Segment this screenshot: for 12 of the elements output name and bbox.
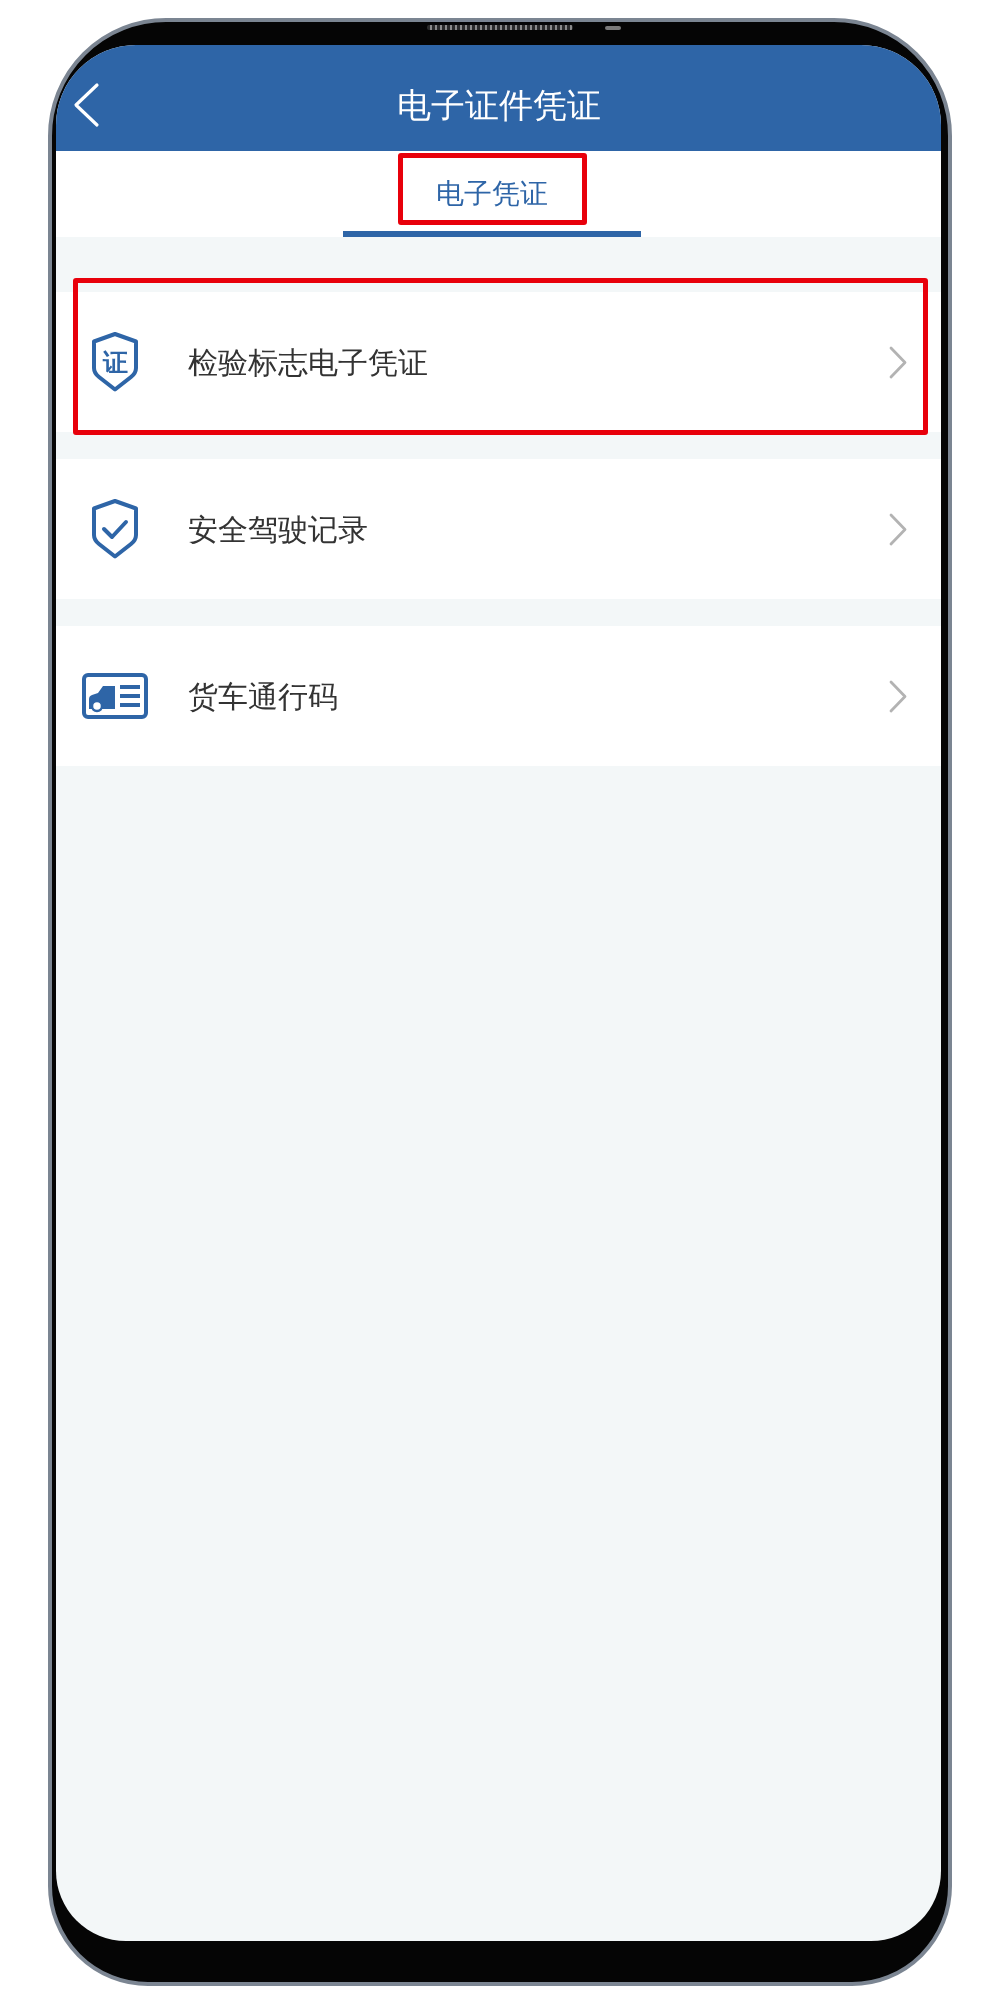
vehicle-card-icon <box>82 673 148 719</box>
chevron-right-icon <box>889 679 907 713</box>
page-title: 电子证件凭证 <box>396 83 601 127</box>
chevron-right-icon <box>889 345 907 379</box>
shield-badge-icon: 证 <box>90 331 140 393</box>
tab[interactable]: 电子凭证 <box>343 151 641 237</box>
chevron-right-icon <box>889 512 907 546</box>
list-item[interactable]: 安全驾驶记录 <box>56 459 941 599</box>
back-icon[interactable] <box>72 82 100 128</box>
shield-check-icon <box>90 498 140 560</box>
list-item[interactable]: 货车通行码 <box>56 626 941 766</box>
list-item[interactable]: 证 检验标志电子凭证 <box>56 292 941 432</box>
